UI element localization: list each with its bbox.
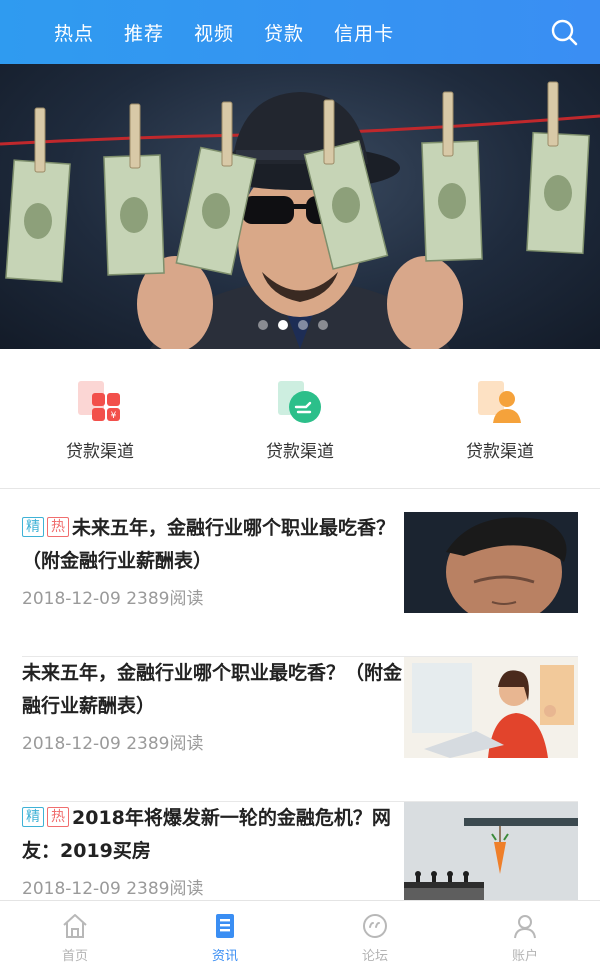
news-date: 2018-12-09: [22, 879, 121, 899]
tab-news[interactable]: 资讯: [150, 901, 300, 973]
news-title: 未来五年，金融行业哪个职业最吃香？（附金融行业薪酬表）: [22, 657, 402, 723]
forum-icon: [360, 911, 390, 941]
tab-video[interactable]: 视频: [194, 19, 234, 46]
carousel-dot[interactable]: [298, 320, 308, 330]
news-read-count: 2389阅读: [126, 589, 204, 609]
tab-hot[interactable]: 热点: [54, 19, 94, 46]
carousel-dot-active[interactable]: [278, 320, 288, 330]
news-icon: [210, 911, 240, 941]
svg-text:¥: ¥: [111, 411, 117, 421]
loan-red-icon: ¥: [72, 379, 128, 429]
loan-green-icon: [272, 379, 328, 429]
badge-featured: 精: [22, 517, 44, 537]
news-title: 精热 2018年将爆发新一轮的金融危机？网友：2019买房: [22, 802, 402, 868]
badge-hot: 热: [47, 807, 69, 827]
news-meta: 2018-12-09 2389阅读: [22, 729, 203, 754]
quick-entry-label: 贷款渠道: [466, 442, 534, 462]
quick-entry-loan-channel-1[interactable]: ¥ 贷款渠道: [0, 379, 200, 462]
news-thumbnail: [404, 802, 578, 903]
tab-credit-card[interactable]: 信用卡: [334, 19, 394, 46]
loan-orange-icon: [472, 379, 528, 429]
news-title: 精热未来五年，金融行业哪个职业最吃香？（附金融行业薪酬表）: [22, 512, 402, 578]
news-thumbnail: [404, 657, 578, 758]
home-icon: [60, 911, 90, 941]
news-read-count: 2389阅读: [126, 734, 204, 754]
tab-label: 资讯: [211, 949, 238, 964]
search-button[interactable]: [548, 16, 580, 48]
news-date: 2018-12-09: [22, 589, 121, 609]
news-title-text: 未来五年，金融行业哪个职业最吃香？（附金融行业薪酬表）: [22, 517, 396, 572]
news-meta: 2018-12-09 2389阅读: [22, 874, 203, 899]
tab-label: 首页: [61, 949, 88, 964]
carousel-dot[interactable]: [258, 320, 268, 330]
tab-label: 账户: [511, 949, 538, 964]
search-icon: [551, 19, 578, 46]
tab-account[interactable]: 账户: [450, 901, 600, 973]
tab-label: 论坛: [361, 949, 388, 964]
news-meta: 2018-12-09 2389阅读: [22, 584, 203, 609]
news-title-text: 2018年将爆发新一轮的金融危机？网友：2019买房: [22, 807, 391, 862]
quick-entry-label: 贷款渠道: [266, 442, 334, 462]
category-tabs: 热点 推荐 视频 贷款 信用卡: [0, 19, 394, 46]
quick-entry-section: ¥ 贷款渠道 贷款渠道 贷款渠道: [0, 349, 600, 489]
top-navigation-bar: 热点 推荐 视频 贷款 信用卡: [0, 0, 600, 64]
news-list-item[interactable]: 未来五年，金融行业哪个职业最吃香？（附金融行业薪酬表） 2018-12-09 2…: [22, 657, 578, 802]
tab-recommend[interactable]: 推荐: [124, 19, 164, 46]
banner-image: [0, 81, 600, 349]
account-icon: [510, 911, 540, 941]
news-list-item[interactable]: 精热未来五年，金融行业哪个职业最吃香？（附金融行业薪酬表） 2018-12-09…: [22, 512, 578, 657]
news-read-count: 2389阅读: [126, 879, 204, 899]
carousel-dots: [258, 320, 328, 330]
tab-forum[interactable]: 论坛: [300, 901, 450, 973]
tab-loan[interactable]: 贷款: [264, 19, 304, 46]
news-date: 2018-12-09: [22, 734, 121, 754]
tab-home[interactable]: 首页: [0, 901, 150, 973]
carousel-dot[interactable]: [318, 320, 328, 330]
quick-entry-loan-channel-2[interactable]: 贷款渠道: [200, 379, 400, 462]
badge-featured: 精: [22, 807, 44, 827]
banner-carousel[interactable]: [0, 64, 600, 349]
quick-entry-loan-channel-3[interactable]: 贷款渠道: [400, 379, 600, 462]
badge-hot: 热: [47, 517, 69, 537]
news-thumbnail: [404, 512, 578, 613]
bottom-tab-bar: 首页 资讯 论坛 账户: [0, 900, 600, 973]
news-title-text: 未来五年，金融行业哪个职业最吃香？（附金融行业薪酬表）: [22, 662, 403, 717]
quick-entry-label: 贷款渠道: [66, 442, 134, 462]
